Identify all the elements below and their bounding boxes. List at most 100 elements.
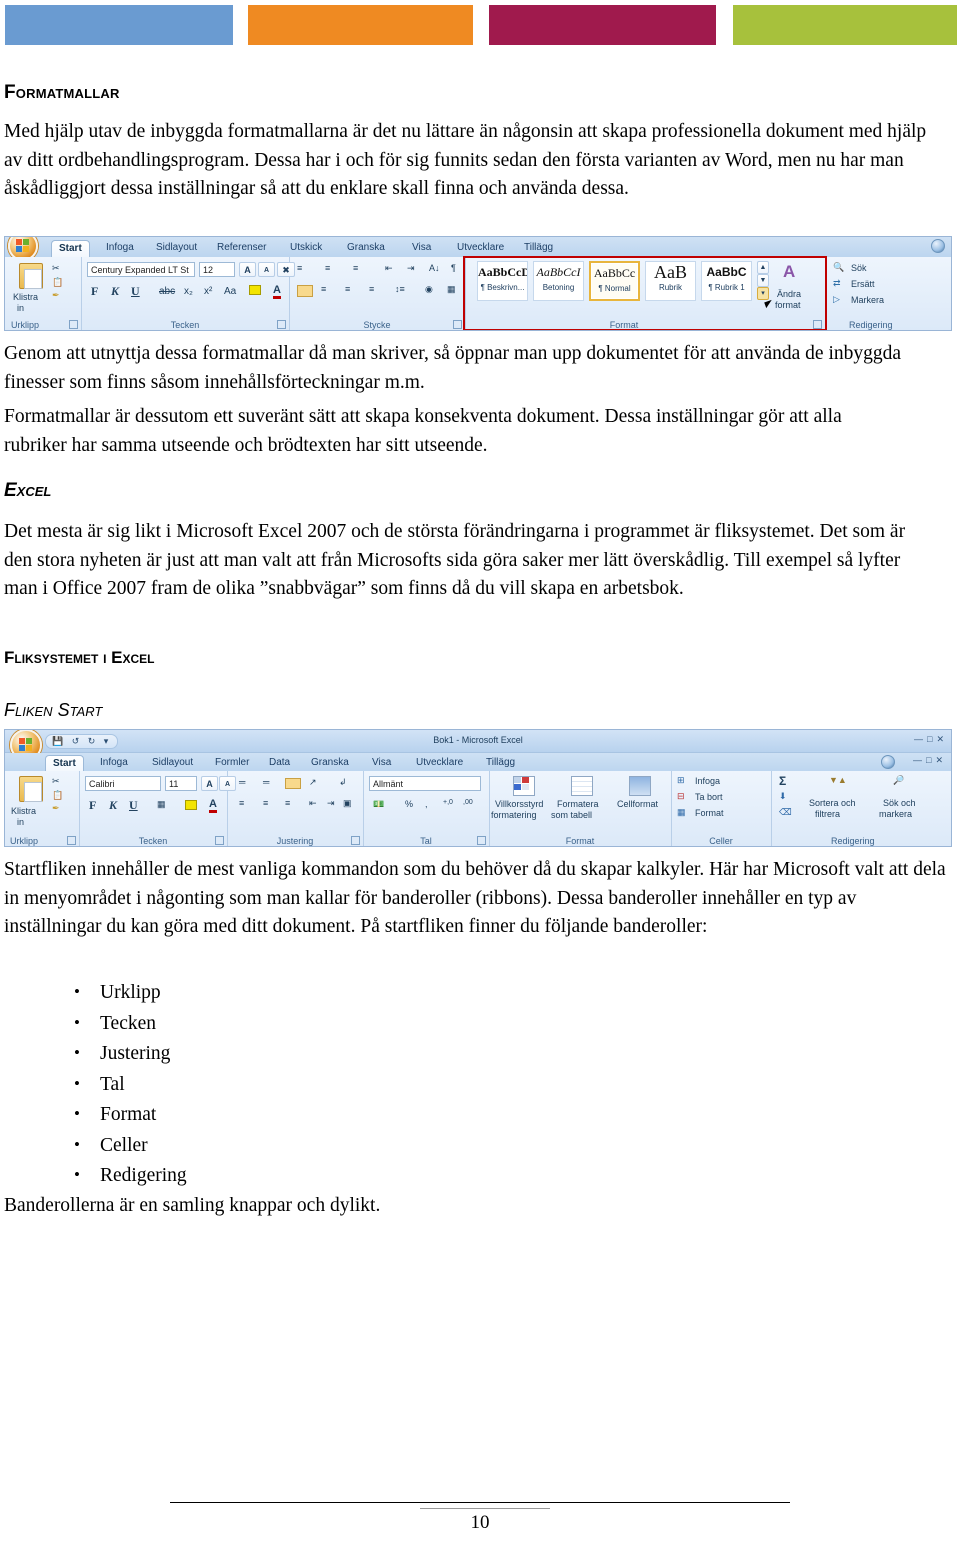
merge-cells-icon[interactable]: ▣: [343, 798, 352, 809]
orientation-icon[interactable]: ↗: [309, 777, 317, 788]
excel-tab-visa[interactable]: Visa: [365, 755, 398, 771]
format-painter-icon[interactable]: ✒: [52, 803, 60, 814]
autosum-icon[interactable]: Σ: [779, 774, 786, 788]
highlight-icon[interactable]: [249, 285, 261, 295]
replace-icon[interactable]: ⇄: [833, 278, 841, 289]
delete-cells-icon[interactable]: ⊟: [677, 791, 685, 802]
align-left-icon[interactable]: ≡: [239, 798, 244, 808]
increase-indent-icon[interactable]: ⇥: [407, 263, 415, 274]
workbook-window-controls[interactable]: —□✕: [913, 755, 947, 766]
word-tab-infoga[interactable]: Infoga: [99, 240, 141, 256]
sort-icon[interactable]: A↓: [429, 263, 440, 273]
align-top-icon[interactable]: ═: [239, 777, 245, 787]
superscript-button[interactable]: x²: [204, 286, 212, 297]
excel-tab-infoga[interactable]: Infoga: [93, 755, 135, 771]
shrink-font-button[interactable]: A: [258, 262, 275, 277]
word-tab-tillagg[interactable]: Tillägg: [517, 240, 560, 256]
fill-color-icon[interactable]: [185, 800, 197, 810]
align-center-icon[interactable]: ≡: [263, 798, 268, 808]
bold-button[interactable]: F: [91, 284, 98, 299]
align-left-icon[interactable]: [297, 285, 313, 297]
percent-button[interactable]: %: [405, 799, 413, 809]
word-tab-utvecklare[interactable]: Utvecklare: [450, 240, 511, 256]
word-find-button[interactable]: Sök: [851, 263, 867, 273]
decrease-indent-icon[interactable]: ⇤: [385, 263, 393, 274]
change-case-button[interactable]: Aa: [224, 286, 236, 297]
word-font-name-input[interactable]: Century Expanded LT St: [87, 262, 195, 277]
conditional-formatting-label-2[interactable]: formatering: [491, 810, 537, 820]
excel-tab-sidlayout[interactable]: Sidlayout: [145, 755, 200, 771]
cell-styles-icon[interactable]: [629, 776, 651, 796]
currency-icon[interactable]: 💵: [373, 799, 384, 810]
increase-decimal-button[interactable]: +,0: [443, 799, 453, 806]
word-tab-sidlayout[interactable]: Sidlayout: [149, 240, 204, 256]
align-right-icon[interactable]: ≡: [285, 798, 290, 808]
find-select-icon[interactable]: 🔎: [893, 775, 904, 786]
format-cells-icon[interactable]: ▦: [677, 807, 686, 818]
excel-find-select-label-2[interactable]: markera: [879, 809, 912, 819]
show-marks-icon[interactable]: ¶: [451, 263, 456, 273]
clear-icon[interactable]: ⌫: [779, 807, 792, 818]
find-icon[interactable]: 🔍: [833, 262, 844, 273]
help-icon[interactable]: [881, 755, 895, 769]
word-tab-utskick[interactable]: Utskick: [283, 240, 329, 256]
format-as-table-icon[interactable]: [571, 776, 593, 796]
excel-insert-button[interactable]: Infoga: [695, 776, 720, 786]
font-color-button[interactable]: A: [273, 284, 281, 299]
decrease-indent-icon[interactable]: ⇤: [309, 798, 317, 809]
italic-button[interactable]: K: [109, 798, 117, 813]
word-tab-start[interactable]: Start: [51, 240, 90, 257]
word-font-size-input[interactable]: 12: [199, 262, 235, 277]
format-painter-icon[interactable]: ✒: [52, 290, 60, 301]
align-center-icon[interactable]: ≡: [321, 284, 326, 294]
copy-icon[interactable]: 📋: [52, 277, 63, 288]
borders-icon[interactable]: ▦: [157, 799, 166, 810]
excel-number-format-select[interactable]: Allmänt: [369, 776, 481, 791]
word-tab-referenser[interactable]: Referenser: [210, 240, 273, 256]
excel-justering-dialog-launcher[interactable]: [351, 836, 360, 845]
paste-label-2[interactable]: in: [17, 303, 24, 313]
excel-format-button[interactable]: Format: [695, 808, 724, 818]
paste-label-2[interactable]: in: [17, 817, 24, 827]
clipboard-icon[interactable]: [19, 263, 43, 289]
paste-label-1[interactable]: Klistra: [13, 292, 38, 302]
urklipp-dialog-launcher[interactable]: [69, 320, 78, 329]
insert-cells-icon[interactable]: ⊞: [677, 775, 685, 786]
align-bottom-icon[interactable]: [285, 778, 301, 789]
conditional-formatting-icon[interactable]: [513, 776, 535, 796]
excel-tab-tillagg[interactable]: Tillägg: [479, 755, 522, 771]
italic-button[interactable]: K: [111, 284, 119, 299]
cut-scissors-icon[interactable]: ✂: [52, 263, 60, 274]
help-icon[interactable]: [931, 239, 945, 253]
excel-font-name-input[interactable]: Calibri: [85, 776, 161, 791]
excel-tecken-dialog-launcher[interactable]: [215, 836, 224, 845]
increase-indent-icon[interactable]: ⇥: [327, 798, 335, 809]
strikethrough-button[interactable]: abc: [159, 286, 175, 297]
bullets-icon[interactable]: ≡: [297, 263, 302, 273]
format-as-table-label-1[interactable]: Formatera: [557, 799, 599, 809]
underline-button[interactable]: U: [131, 284, 140, 299]
word-tab-visa[interactable]: Visa: [405, 240, 438, 256]
excel-tab-utvecklare[interactable]: Utvecklare: [409, 755, 470, 771]
line-spacing-icon[interactable]: ↕≡: [395, 284, 405, 294]
underline-button[interactable]: U: [129, 798, 138, 813]
justify-icon[interactable]: ≡: [369, 284, 374, 294]
shading-icon[interactable]: ◉: [425, 284, 433, 295]
bold-button[interactable]: F: [89, 798, 96, 813]
excel-tab-data[interactable]: Data: [262, 755, 297, 771]
comma-style-button[interactable]: ,: [425, 799, 428, 809]
fill-icon[interactable]: ⬇: [779, 791, 787, 802]
grow-font-button[interactable]: A: [239, 262, 256, 277]
numbering-icon[interactable]: ≡: [325, 263, 330, 273]
paste-label-1[interactable]: Klistra: [11, 806, 36, 816]
excel-sort-filter-label-1[interactable]: Sortera och: [809, 798, 856, 808]
excel-tal-dialog-launcher[interactable]: [477, 836, 486, 845]
sort-filter-icon[interactable]: ▼▲: [829, 775, 847, 785]
borders-icon[interactable]: ▦: [447, 284, 456, 295]
excel-sort-filter-label-2[interactable]: filtrera: [815, 809, 840, 819]
cell-styles-label[interactable]: Cellformat: [617, 799, 658, 809]
stycke-dialog-launcher[interactable]: [453, 320, 462, 329]
excel-font-size-input[interactable]: 11: [165, 776, 197, 791]
clipboard-icon[interactable]: [19, 776, 43, 802]
cut-scissors-icon[interactable]: ✂: [52, 776, 60, 787]
